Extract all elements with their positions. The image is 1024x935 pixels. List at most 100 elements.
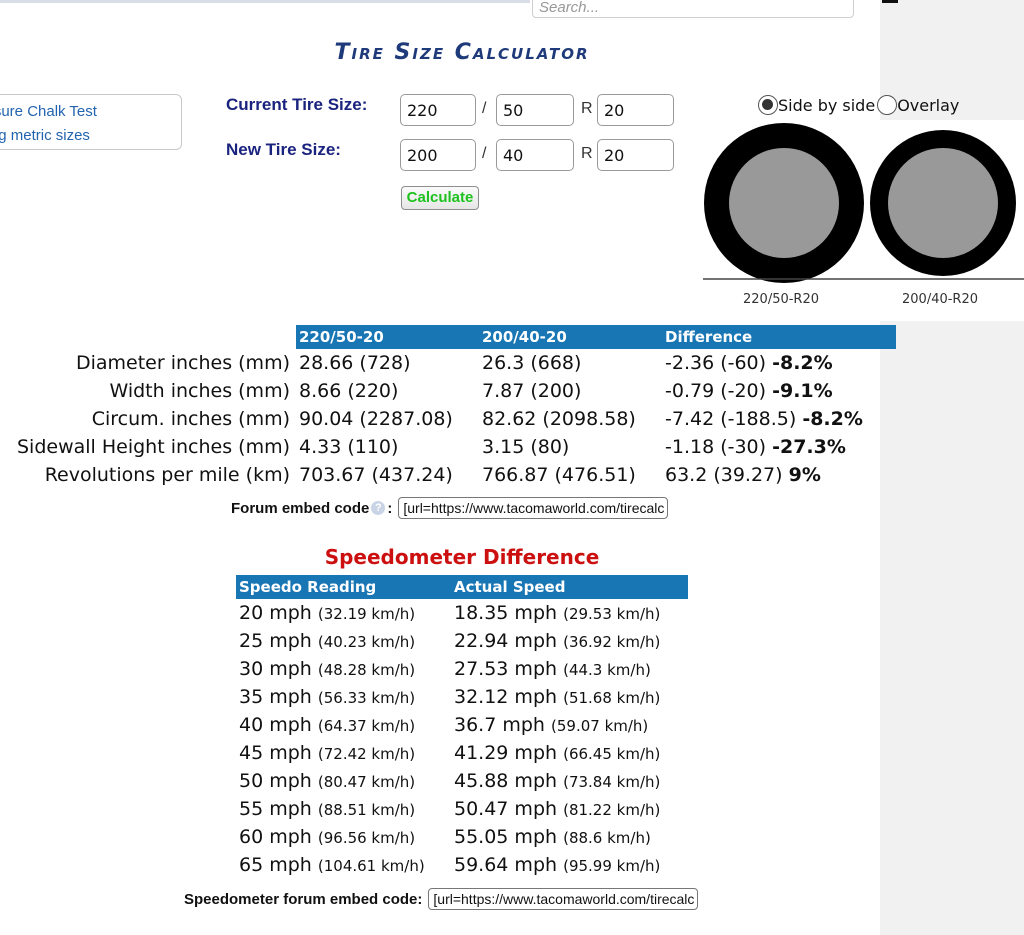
rim-separator: R: [581, 145, 593, 162]
speedo-reading: 35 mph (56.33 km/h): [239, 686, 416, 708]
col-header-new: 200/40-20: [479, 325, 662, 349]
col-header-current: 220/50-20: [296, 325, 479, 349]
current-tire-caption: 220/50-R20: [743, 292, 820, 307]
current-value: 90.04 (2287.08): [299, 408, 453, 430]
row-label: Sidewall Height inches (mm): [17, 436, 290, 458]
forum-embed-field[interactable]: [url=https://www.tacomaworld.com/tirecal…: [398, 497, 669, 519]
col-header-difference: Difference: [662, 325, 896, 349]
new-tire-rim: [888, 148, 998, 258]
comparison-table: 220/50-20 200/40-20 Difference Diameter …: [14, 325, 896, 489]
difference-value: -1.18 (-30) -27.3%: [665, 436, 846, 458]
speedo-reading: 60 mph (96.56 km/h): [239, 826, 416, 848]
table-row: 30 mph (48.28 km/h) 27.53 mph (44.3 km/h…: [236, 655, 688, 683]
side-by-side-label[interactable]: Side by side: [778, 96, 875, 115]
row-label: Circum. inches (mm): [91, 408, 290, 430]
current-tire-rim: [729, 148, 839, 258]
current-value: 703.67 (437.24): [299, 464, 453, 486]
forum-embed-label: Forum embed code: [231, 499, 370, 517]
difference-percent: -27.3%: [772, 436, 846, 458]
row-label: Width inches (mm): [109, 380, 290, 402]
speedometer-embed-field[interactable]: [url=https://www.tacomaworld.com/tirecal…: [428, 888, 699, 910]
slash-separator: /: [482, 100, 487, 117]
table-row: Diameter inches (mm) 28.66 (728) 26.3 (6…: [14, 349, 896, 377]
speedo-reading: 50 mph (80.47 km/h): [239, 770, 416, 792]
speedo-reading: 55 mph (88.51 km/h): [239, 798, 416, 820]
actual-speed: 27.53 mph (44.3 km/h): [454, 658, 651, 680]
table-row: 35 mph (56.33 km/h) 32.12 mph (51.68 km/…: [236, 683, 688, 711]
speedometer-table: Speedo Reading Actual Speed 20 mph (32.1…: [236, 575, 688, 879]
search-input[interactable]: Search...: [532, 0, 854, 18]
col-header-speedo-reading: Speedo Reading: [236, 575, 451, 599]
new-value: 82.62 (2098.58): [482, 408, 636, 430]
table-row: 60 mph (96.56 km/h) 55.05 mph (88.6 km/h…: [236, 823, 688, 851]
new-value: 26.3 (668): [482, 352, 582, 374]
actual-speed: 45.88 mph (73.84 km/h): [454, 770, 661, 792]
side-by-side-radio[interactable]: [758, 95, 778, 115]
table-row: 40 mph (64.37 km/h) 36.7 mph (59.07 km/h…: [236, 711, 688, 739]
view-mode-toggle: Side by side Overlay: [758, 95, 959, 115]
actual-speed: 32.12 mph (51.68 km/h): [454, 686, 661, 708]
speedo-reading: 40 mph (64.37 km/h): [239, 714, 416, 736]
actual-speed: 18.35 mph (29.53 km/h): [454, 602, 661, 624]
link-understanding-metric-sizes[interactable]: Understanding metric sizes: [0, 124, 90, 148]
current-aspect-input[interactable]: 50: [496, 94, 574, 126]
help-icon[interactable]: ?: [371, 501, 386, 515]
difference-percent: 9%: [788, 464, 821, 486]
actual-speed: 22.94 mph (36.92 km/h): [454, 630, 661, 652]
forum-embed-row: Forum embed code ? : [url=https://www.ta…: [231, 497, 669, 519]
current-value: 8.66 (220): [299, 380, 399, 402]
table-row: 45 mph (72.42 km/h) 41.29 mph (66.45 km/…: [236, 739, 688, 767]
table-row: 20 mph (32.19 km/h) 18.35 mph (29.53 km/…: [236, 599, 688, 627]
actual-speed: 59.64 mph (95.99 km/h): [454, 854, 661, 876]
table-row: 55 mph (88.51 km/h) 50.47 mph (81.22 km/…: [236, 795, 688, 823]
header-divider: [0, 0, 530, 3]
table-row: Width inches (mm) 8.66 (220) 7.87 (200) …: [14, 377, 896, 405]
speedo-reading: 30 mph (48.28 km/h): [239, 658, 416, 680]
actual-speed: 55.05 mph (88.6 km/h): [454, 826, 651, 848]
new-aspect-input[interactable]: 40: [496, 139, 574, 171]
overlay-label[interactable]: Overlay: [897, 96, 959, 115]
difference-value: -0.79 (-20) -9.1%: [665, 380, 833, 402]
new-width-input[interactable]: 200: [400, 139, 476, 171]
difference-value: 63.2 (39.27) 9%: [665, 464, 821, 486]
difference-value: -7.42 (-188.5) -8.2%: [665, 408, 863, 430]
corner-mark: [882, 0, 898, 3]
new-tire-label: New Tire Size:: [226, 140, 341, 159]
speedometer-embed-label: Speedometer forum embed code:: [184, 890, 423, 908]
speedometer-title: Speedometer Difference: [324, 545, 600, 569]
speedo-reading: 65 mph (104.61 km/h): [239, 854, 425, 876]
col-header-actual-speed: Actual Speed: [451, 575, 688, 599]
new-value: 766.87 (476.51): [482, 464, 636, 486]
rim-separator: R: [581, 100, 593, 117]
speedo-reading: 25 mph (40.23 km/h): [239, 630, 416, 652]
new-value: 3.15 (80): [482, 436, 570, 458]
difference-percent: -9.1%: [772, 380, 833, 402]
row-label: Revolutions per mile (km): [44, 464, 290, 486]
speedometer-embed-row: Speedometer forum embed code: [url=https…: [184, 888, 699, 910]
table-row: Circum. inches (mm) 90.04 (2287.08) 82.6…: [14, 405, 896, 433]
difference-value: -2.36 (-60) -8.2%: [665, 352, 833, 374]
related-links: Pressure Chalk Test Understanding metric…: [0, 94, 182, 150]
difference-percent: -8.2%: [802, 408, 863, 430]
current-rim-input[interactable]: 20: [597, 94, 674, 126]
table-row: Sidewall Height inches (mm) 4.33 (110) 3…: [14, 433, 896, 461]
speedo-reading: 45 mph (72.42 km/h): [239, 742, 416, 764]
new-tire-caption: 200/40-R20: [902, 292, 979, 307]
overlay-radio[interactable]: [877, 95, 898, 115]
slash-separator: /: [482, 145, 487, 162]
actual-speed: 50.47 mph (81.22 km/h): [454, 798, 661, 820]
link-pressure-chalk-test[interactable]: Pressure Chalk Test: [0, 100, 97, 124]
calculate-button[interactable]: Calculate: [401, 186, 479, 210]
new-rim-input[interactable]: 20: [597, 139, 674, 171]
difference-percent: -8.2%: [772, 352, 833, 374]
row-label: Diameter inches (mm): [75, 352, 290, 374]
tire-visual-panel: 220/50-R20 200/40-R20: [703, 120, 1024, 321]
current-value: 28.66 (728): [299, 352, 411, 374]
table-row: Revolutions per mile (km) 703.67 (437.24…: [14, 461, 896, 489]
current-width-input[interactable]: 220: [400, 94, 476, 126]
table-row: 25 mph (40.23 km/h) 22.94 mph (36.92 km/…: [236, 627, 688, 655]
new-value: 7.87 (200): [482, 380, 582, 402]
speedo-reading: 20 mph (32.19 km/h): [239, 602, 416, 624]
page-title: Tire Size Calculator: [334, 40, 590, 65]
forum-embed-colon: :: [387, 499, 393, 517]
